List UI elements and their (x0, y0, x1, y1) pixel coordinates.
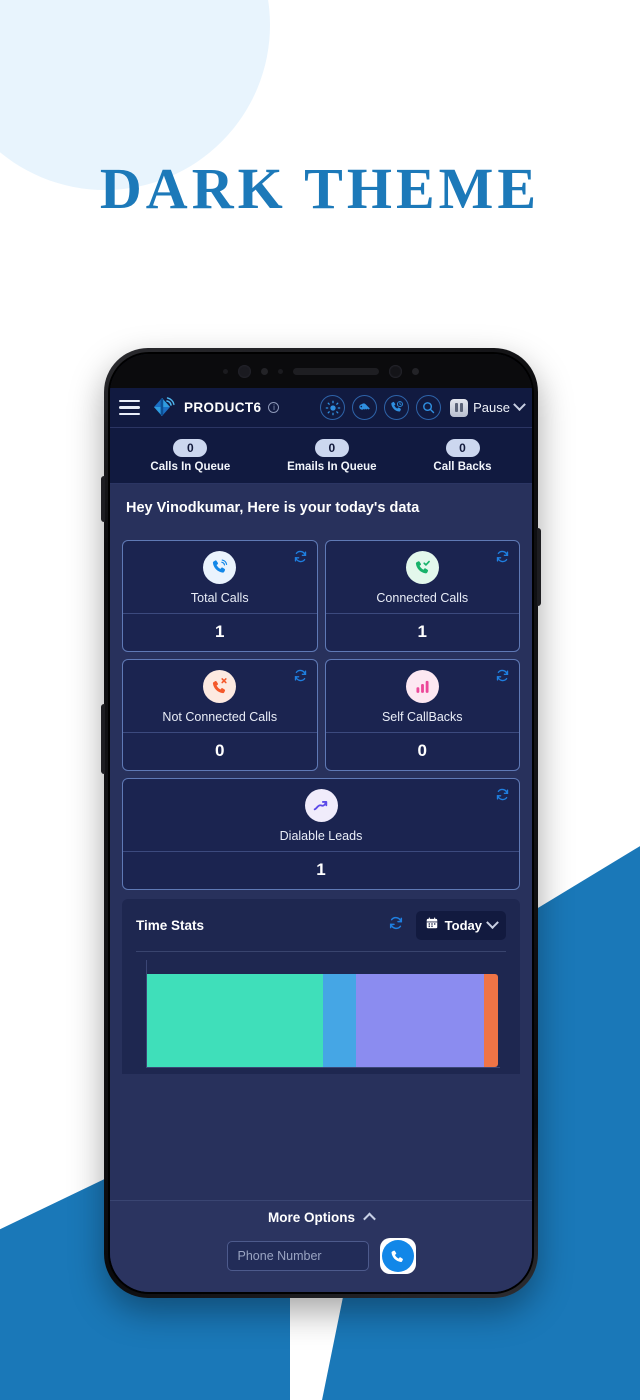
bottom-dock: More Options (110, 1200, 532, 1292)
stat-card-value: 1 (325, 613, 519, 651)
bar-segment-talk-time (355, 974, 484, 1067)
time-stats-chart (136, 952, 506, 1074)
bar-segment-wrapup-time (322, 974, 356, 1067)
phone-bezel: PRODUCT6 i Pause 0 Calls In Queue 0 Emai… (108, 352, 534, 1294)
pause-button[interactable]: Pause (450, 398, 526, 417)
stat-card-label: Dialable Leads (279, 829, 363, 843)
phone-ring-icon (203, 551, 237, 584)
front-camera-icon (238, 364, 251, 378)
chevron-down-icon (486, 916, 499, 930)
time-stats-header: Time Stats Today (136, 911, 506, 940)
stat-card-connected-calls[interactable]: Connected Calls 1 (324, 540, 520, 652)
refresh-icon[interactable] (495, 787, 510, 807)
queue-label: Call Backs (433, 460, 492, 473)
date-range-label: Today (444, 918, 482, 933)
phone-mockup: PRODUCT6 i Pause 0 Calls In Queue 0 Emai… (101, 348, 541, 1298)
more-options-toggle[interactable]: More Options (268, 1210, 376, 1226)
time-stats-title: Time Stats (136, 918, 205, 933)
stat-card-label: Connected Calls (376, 591, 469, 605)
chart-x-axis (146, 1067, 500, 1068)
queue-label: Emails In Queue (287, 460, 377, 473)
search-icon[interactable] (416, 395, 442, 420)
stat-card-self-callbacks[interactable]: Self CallBacks 0 (324, 659, 520, 771)
stat-card-value: 1 (123, 613, 317, 651)
stat-card-value: 0 (325, 732, 519, 770)
info-icon[interactable]: i (268, 402, 280, 413)
queue-count-badge: 0 (314, 438, 349, 457)
stat-card-value: 0 (123, 732, 317, 770)
key-icon[interactable] (352, 395, 378, 420)
pause-label: Pause (473, 400, 510, 415)
phone-call-icon (381, 1240, 414, 1272)
queue-item-calls[interactable]: 0 Calls In Queue (150, 438, 231, 473)
time-stats-panel: Time Stats Today (122, 899, 520, 1074)
refresh-icon[interactable] (495, 668, 510, 688)
trending-up-icon (304, 789, 338, 822)
sensor-dot-icon (412, 367, 419, 375)
refresh-icon[interactable] (495, 549, 510, 569)
app-header: PRODUCT6 i Pause (110, 388, 532, 428)
phone-button-right (537, 528, 541, 606)
stat-card-label: Not Connected Calls (162, 710, 278, 724)
queue-item-callbacks[interactable]: 0 Call Backs (433, 438, 492, 473)
phone-screen: PRODUCT6 i Pause 0 Calls In Queue 0 Emai… (110, 354, 532, 1292)
hamburger-menu-icon[interactable] (119, 399, 140, 416)
stacked-bar-series (147, 974, 498, 1067)
calendar-icon (425, 916, 439, 935)
stat-card-row-3: Dialable Leads 1 (122, 778, 520, 890)
light-sensor-icon (278, 368, 283, 374)
queue-count-badge: 0 (445, 438, 480, 457)
earpiece-speaker-icon (293, 367, 379, 375)
phone-button-left-lower (101, 704, 105, 774)
greeting-text: Hey Vinodkumar, Here is your today's dat… (110, 484, 532, 532)
queue-summary-bar: 0 Calls In Queue 0 Emails In Queue 0 Cal… (110, 428, 532, 484)
stat-card-total-calls[interactable]: Total Calls 1 (122, 540, 318, 652)
queue-count-badge: 0 (173, 438, 208, 457)
stat-card-row-1: Total Calls 1 Connected Calls 1 (122, 540, 520, 652)
product-logo-icon (147, 394, 177, 422)
page-title: DARK THEME (99, 156, 541, 221)
dashboard-content: Total Calls 1 Connected Calls 1 Not Conn… (110, 532, 532, 1200)
stat-card-label: Total Calls (190, 591, 249, 605)
refresh-icon[interactable] (388, 915, 404, 936)
sensor-dot-icon (223, 368, 228, 374)
stat-card-value: 1 (123, 851, 519, 889)
dialer-row (226, 1238, 416, 1274)
refresh-icon[interactable] (293, 549, 308, 569)
brightness-icon[interactable] (320, 395, 346, 420)
phone-check-icon (405, 551, 439, 584)
phone-clock-icon[interactable] (384, 395, 410, 420)
call-button[interactable] (379, 1238, 416, 1274)
stat-card-dialable-leads[interactable]: Dialable Leads 1 (122, 778, 520, 890)
bar-segment-break-time (483, 974, 498, 1067)
phone-button-left-upper (101, 476, 105, 522)
stat-card-label: Self CallBacks (381, 710, 463, 724)
phone-missed-icon (203, 670, 237, 703)
iris-scanner-icon (389, 364, 402, 378)
chevron-down-icon (513, 398, 526, 412)
bar-segment-idle-time (147, 974, 323, 1067)
more-options-label: More Options (268, 1210, 355, 1225)
proximity-sensor-icon (261, 367, 268, 375)
queue-item-emails[interactable]: 0 Emails In Queue (287, 438, 377, 473)
queue-label: Calls In Queue (150, 460, 231, 473)
stat-card-not-connected-calls[interactable]: Not Connected Calls 0 (122, 659, 318, 771)
brand-name: PRODUCT6 (184, 400, 262, 415)
app-viewport: PRODUCT6 i Pause 0 Calls In Queue 0 Emai… (110, 388, 532, 1292)
phone-top-sensors (110, 354, 532, 388)
phone-number-input[interactable] (226, 1241, 369, 1271)
poster-canvas: DARK THEME PRODUCT6 i Pause 0 Calls In Q… (0, 0, 640, 1400)
stat-card-row-2: Not Connected Calls 0 Self CallBacks 0 (122, 659, 520, 771)
pause-icon (450, 398, 469, 417)
bar-chart-icon (405, 670, 439, 703)
chevron-up-icon (363, 1212, 376, 1226)
date-range-selector[interactable]: Today (415, 911, 506, 940)
refresh-icon[interactable] (293, 668, 308, 688)
